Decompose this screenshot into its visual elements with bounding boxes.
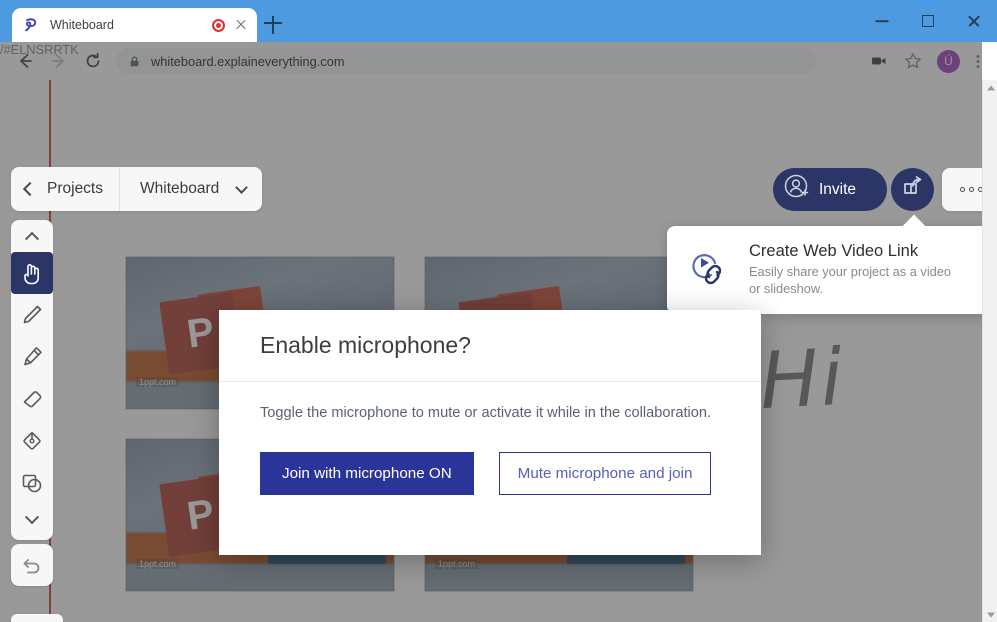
breadcrumb: Projects Whiteboard — [11, 167, 263, 211]
page-scrollbar[interactable] — [982, 80, 997, 622]
address-bar[interactable]: whiteboard.explaineverything.com/#ELNSRR… — [0, 42, 982, 584]
marker-tool[interactable] — [11, 336, 53, 378]
popover-subtitle: Easily share your project as a video or … — [749, 264, 952, 296]
projects-label: Projects — [47, 180, 103, 197]
enable-microphone-dialog: Enable microphone? Toggle the microphone… — [219, 310, 761, 555]
tab-title: Whiteboard — [50, 18, 114, 32]
recording-dot-icon — [212, 18, 225, 32]
project-name-dropdown[interactable]: Whiteboard — [120, 167, 262, 211]
mute-microphone-and-join-button[interactable]: Mute microphone and join — [498, 452, 712, 496]
shapes-tool[interactable] — [11, 462, 53, 504]
add-person-icon — [783, 173, 811, 206]
url-text: whiteboard.explaineverything.com/#ELNSRR… — [0, 42, 982, 584]
scroll-down-arrow-icon[interactable] — [983, 607, 997, 622]
navbar-actions: Ú — [862, 44, 989, 78]
page-viewport: P 1ppt.com P 1ppt.com — [0, 80, 997, 622]
web-video-link-icon — [687, 246, 743, 294]
dialog-title: Enable microphone? — [260, 332, 471, 358]
share-button[interactable] — [891, 168, 934, 211]
pen-tool[interactable] — [11, 294, 53, 336]
kebab-menu-icon[interactable] — [967, 46, 989, 76]
chevron-left-icon — [22, 181, 38, 197]
shapes-icon — [22, 474, 42, 493]
popover-text: Create Web Video Link Easily share your … — [749, 242, 964, 298]
close-icon[interactable] — [951, 0, 997, 42]
browser-titlebar: Whiteboard — [0, 0, 997, 42]
popover-title: Create Web Video Link — [749, 242, 919, 261]
new-tab-button[interactable] — [262, 14, 284, 36]
window-controls — [859, 0, 997, 42]
star-icon[interactable] — [896, 44, 930, 78]
scroll-up-arrow-icon[interactable] — [983, 80, 997, 95]
project-name: Whiteboard — [140, 180, 220, 197]
more-options-icon — [959, 187, 965, 192]
marker-icon — [24, 347, 42, 366]
browser-navbar: whiteboard.explaineverything.com/#ELNSRR… — [0, 42, 997, 584]
hand-icon — [24, 264, 39, 285]
paint-bucket-icon — [23, 431, 41, 450]
share-icon — [900, 174, 926, 205]
eraser-icon — [23, 391, 42, 408]
pen-icon — [23, 305, 42, 324]
zoom-level: 100% — [11, 614, 63, 622]
dialog-body: Toggle the microphone to mute or activat… — [219, 382, 761, 496]
tool-rail — [11, 220, 53, 540]
more-options-icon — [968, 187, 974, 192]
tool-scroll-up-button[interactable] — [11, 220, 53, 252]
video-camera-icon[interactable] — [862, 44, 896, 78]
dialog-message: Toggle the microphone to mute or activat… — [260, 405, 712, 421]
tool-scroll-down-button[interactable] — [11, 504, 53, 536]
maximize-icon[interactable] — [905, 0, 951, 42]
dialog-actions: Join with microphone ON Mute microphone … — [260, 452, 720, 496]
chevron-down-icon — [235, 180, 249, 194]
invite-button[interactable]: Invite — [773, 168, 887, 211]
web-video-link-popover[interactable]: Create Web Video Link Easily share your … — [667, 214, 997, 314]
join-with-microphone-on-button[interactable]: Join with microphone ON — [260, 452, 474, 496]
undo-button[interactable] — [11, 544, 53, 586]
hand-tool[interactable] — [11, 252, 53, 294]
browser-window: Whiteboard /#ELNSRRTK Projects Whiteboar… — [0, 0, 997, 622]
explain-everything-logo-icon — [22, 16, 40, 34]
dialog-header: Enable microphone? — [219, 310, 761, 382]
undo-icon — [23, 559, 40, 574]
close-icon[interactable] — [233, 17, 249, 33]
eraser-tool[interactable] — [11, 378, 53, 420]
projects-back-button[interactable]: Projects — [11, 167, 120, 211]
fill-tool[interactable] — [11, 420, 53, 462]
browser-tab[interactable]: Whiteboard — [12, 8, 257, 42]
minimize-icon[interactable] — [859, 0, 905, 42]
invite-label: Invite — [819, 180, 857, 198]
